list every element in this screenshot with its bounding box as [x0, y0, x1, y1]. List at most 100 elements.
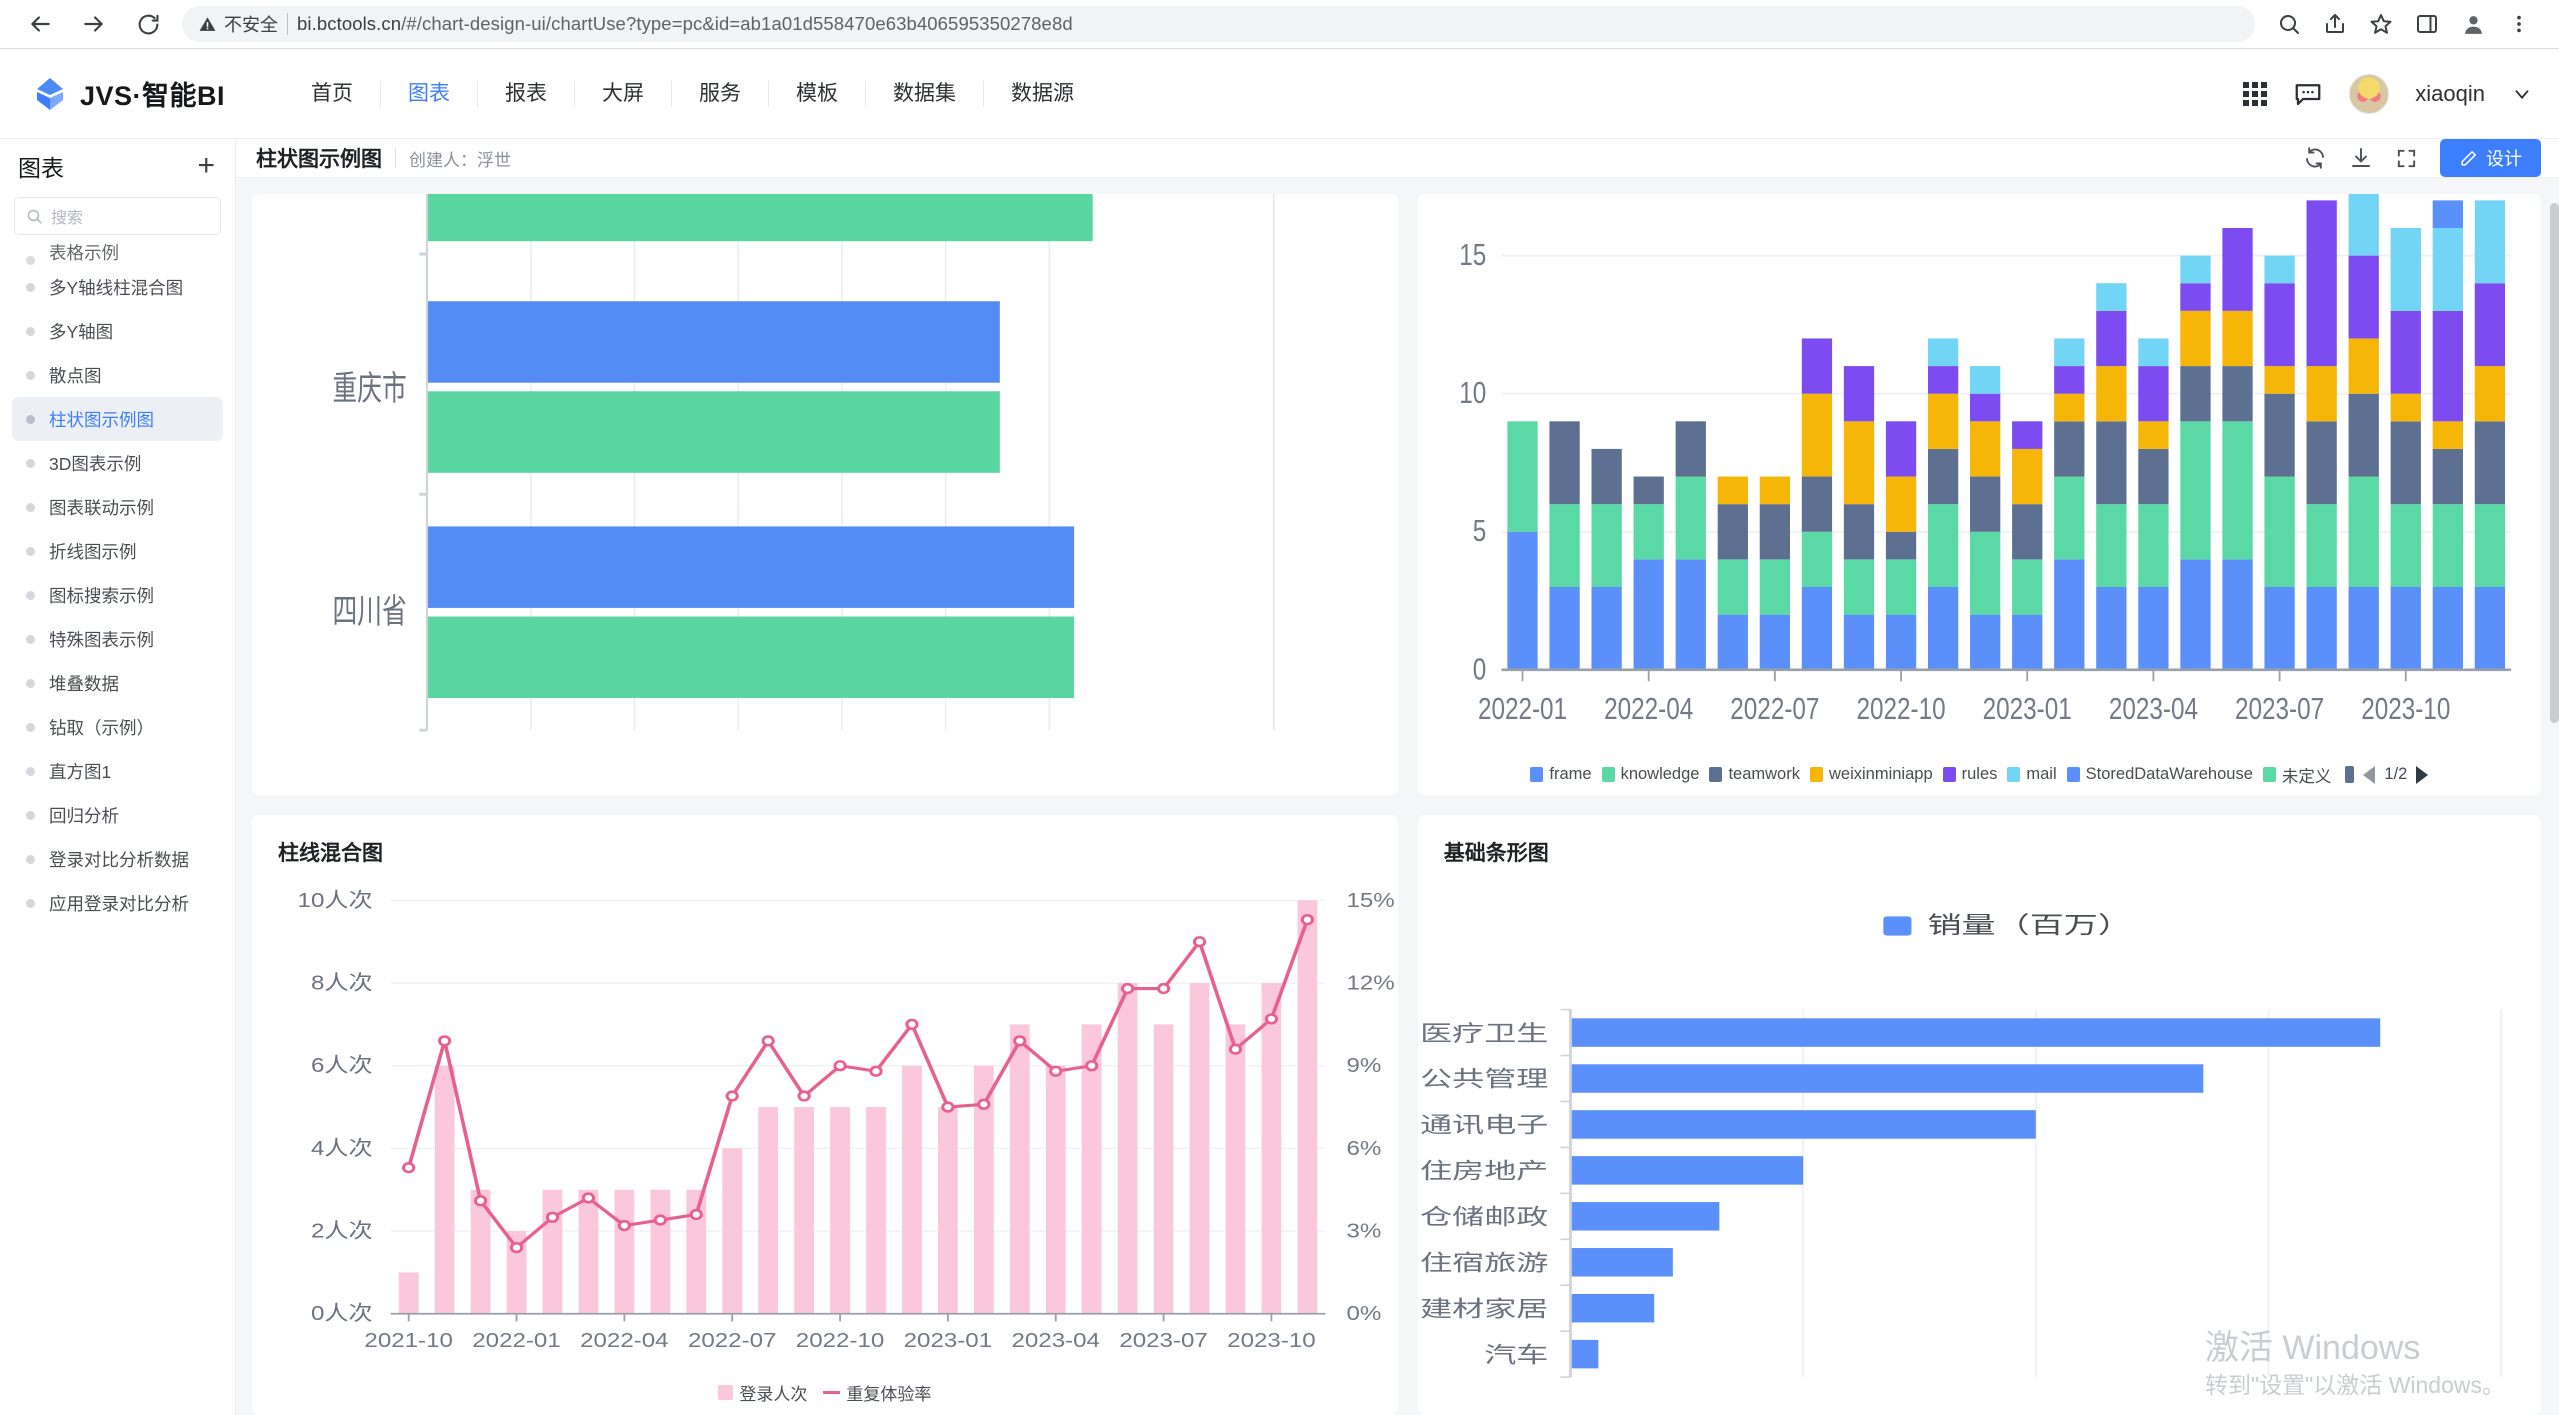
nav-item-service[interactable]: 服务 — [671, 81, 768, 107]
legend-item-mail[interactable]: mail — [2007, 765, 2056, 784]
sidebar-item-label: 特殊图表示例 — [49, 627, 154, 652]
url-host: bi.bctools.cn — [297, 13, 401, 34]
legend-item-weixinminiapp[interactable]: weixinminiapp — [1810, 765, 1933, 784]
apps-grid-icon[interactable] — [2243, 82, 2267, 106]
sidebar-item-icon-search[interactable]: 图标搜索示例 — [12, 573, 223, 617]
y-tick-label: 5 — [1473, 514, 1487, 548]
sidebar-item-special-chart[interactable]: 特殊图表示例 — [12, 617, 223, 661]
stacked-bar-chart[interactable]: 0510152022-012022-042022-072022-102023-0… — [1418, 194, 2541, 761]
bullet-icon — [26, 459, 35, 468]
sidebar-item-label: 散点图 — [49, 363, 102, 388]
bar-segment — [2054, 394, 2084, 422]
download-button[interactable] — [2349, 146, 2373, 170]
fullscreen-button[interactable] — [2395, 147, 2418, 170]
triangle-left-icon[interactable] — [2363, 766, 2375, 784]
chevron-down-icon[interactable] — [2511, 83, 2533, 105]
bullet-icon — [26, 679, 35, 688]
nav-item-datasource[interactable]: 数据源 — [983, 81, 1101, 107]
omnibox-divider — [287, 13, 288, 35]
basic-bar-chart[interactable]: 销量（百万）医疗卫生公共管理通讯电子住房地产仓储邮政住宿旅游建材家居汽车 — [1418, 867, 2541, 1415]
person-icon — [2461, 12, 2486, 37]
bar-segment — [2432, 504, 2462, 587]
sidebar-item-login-compare-data[interactable]: 登录对比分析数据 — [12, 837, 223, 881]
bar-segment — [2474, 366, 2504, 421]
legend-item-frame[interactable]: frame — [1530, 765, 1591, 784]
sidebar-search-box[interactable]: 搜索 — [14, 197, 221, 235]
zoom-search-button[interactable] — [2269, 4, 2309, 44]
bullet-icon — [26, 855, 35, 864]
browser-back-button[interactable] — [20, 4, 60, 44]
legend-item-repeat-rate[interactable]: 重复体验率 — [823, 1380, 931, 1405]
sidebar-item-regression[interactable]: 回归分析 — [12, 793, 223, 837]
nav-item-home[interactable]: 首页 — [284, 81, 380, 107]
nav-item-chart[interactable]: 图表 — [380, 81, 477, 107]
bar — [1262, 983, 1282, 1314]
chart-page-header: 柱状图示例图 创建人：浮世 — [236, 139, 2559, 178]
address-bar[interactable]: 不安全 bi.bctools.cn/#/chart-design-ui/char… — [182, 6, 2255, 42]
legend-item-storeddatawarehouse[interactable]: StoredDataWarehouse — [2067, 765, 2253, 784]
browser-menu-button[interactable] — [2499, 4, 2539, 44]
sidebar-item-drilldown[interactable]: 钻取（示例） — [12, 705, 223, 749]
sidebar-item-bar-example[interactable]: 柱状图示例图 — [12, 397, 223, 441]
combo-chart[interactable]: 0人次0%2人次3%4人次6%6人次9%8人次12%10人次15%2021-10… — [252, 867, 1398, 1381]
bar-segment — [1759, 615, 1789, 670]
sidebar-item-app-login-compare[interactable]: 应用登录对比分析 — [12, 881, 223, 925]
browser-toolbar: 不安全 bi.bctools.cn/#/chart-design-ui/char… — [0, 0, 2559, 49]
sidebar-item-chart-linkage[interactable]: 图表联动示例 — [12, 485, 223, 529]
sidebar-item-label: 图标搜索示例 — [49, 583, 154, 608]
sidepanel-icon — [2415, 12, 2439, 36]
nav-item-template[interactable]: 模板 — [768, 81, 865, 107]
sidebar-item-multi-y-axis[interactable]: 多Y轴图 — [12, 309, 223, 353]
legend-item-undefined[interactable]: 未定义 — [2263, 763, 2332, 787]
sidebar-item-histogram-1[interactable]: 直方图1 — [12, 749, 223, 793]
share-icon — [2323, 12, 2347, 36]
design-button[interactable]: 设计 — [2440, 139, 2541, 177]
share-button[interactable] — [2315, 4, 2355, 44]
bar-segment — [2222, 366, 2252, 421]
grouped-bar-chart[interactable]: 重庆市 四川省 — [252, 194, 1398, 795]
line-point — [691, 1210, 701, 1219]
sidebar-item-scatter[interactable]: 散点图 — [12, 353, 223, 397]
sidepanel-button[interactable] — [2407, 4, 2447, 44]
jvs-logo-icon — [30, 74, 70, 114]
x-tick-label: 2022-10 — [796, 1328, 884, 1351]
bar-segment — [2306, 504, 2336, 587]
category-label: 汽车 — [1484, 1342, 1548, 1367]
bookmark-button[interactable] — [2361, 4, 2401, 44]
legend-item-rules[interactable]: rules — [1943, 765, 1998, 784]
message-bubble-icon[interactable] — [2293, 79, 2323, 109]
nav-item-dataset[interactable]: 数据集 — [865, 81, 983, 107]
bar-segment — [1970, 532, 2000, 615]
brand-logo[interactable]: JVS·智能BI — [30, 74, 260, 114]
sidebar-item-line-chart[interactable]: 折线图示例 — [12, 529, 223, 573]
line-point — [619, 1221, 629, 1230]
line-point — [799, 1091, 809, 1100]
browser-reload-button[interactable] — [128, 4, 168, 44]
triangle-right-icon[interactable] — [2416, 766, 2428, 784]
x-tick-label: 2023-04 — [2109, 691, 2198, 725]
add-chart-button[interactable]: + — [197, 151, 215, 181]
bar — [579, 1189, 599, 1313]
refresh-button[interactable] — [2303, 146, 2327, 170]
sidebar-item-3d-chart[interactable]: 3D图表示例 — [12, 441, 223, 485]
legend-item-login-count[interactable]: 登录人次 — [718, 1380, 807, 1405]
sidebar-item-stacked-data[interactable]: 堆叠数据 — [12, 661, 223, 705]
browser-forward-button[interactable] — [74, 4, 114, 44]
profile-button[interactable] — [2453, 4, 2493, 44]
sidebar-item-multi-y-line-bar[interactable]: 多Y轴线柱混合图 — [12, 265, 223, 309]
avatar[interactable] — [2349, 74, 2389, 114]
security-indicator[interactable]: 不安全 — [198, 11, 278, 37]
nav-item-report[interactable]: 报表 — [477, 81, 574, 107]
bar-segment — [1970, 421, 2000, 476]
sidebar-item-table-example[interactable]: 表格示例 — [12, 243, 223, 265]
bar — [938, 1107, 958, 1314]
nav-item-bigscreen[interactable]: 大屏 — [574, 81, 671, 107]
legend-item-teamwork[interactable]: teamwork — [1709, 765, 1800, 784]
scrollbar-thumb[interactable] — [2550, 203, 2559, 723]
bar-segment — [2012, 504, 2042, 559]
bullet-icon — [26, 256, 35, 265]
page-scrollbar[interactable] — [2550, 139, 2559, 1415]
x-tick-label: 2021-10 — [364, 1328, 452, 1351]
bar-segment — [2054, 338, 2084, 366]
legend-item-knowledge[interactable]: knowledge — [1602, 765, 1700, 784]
